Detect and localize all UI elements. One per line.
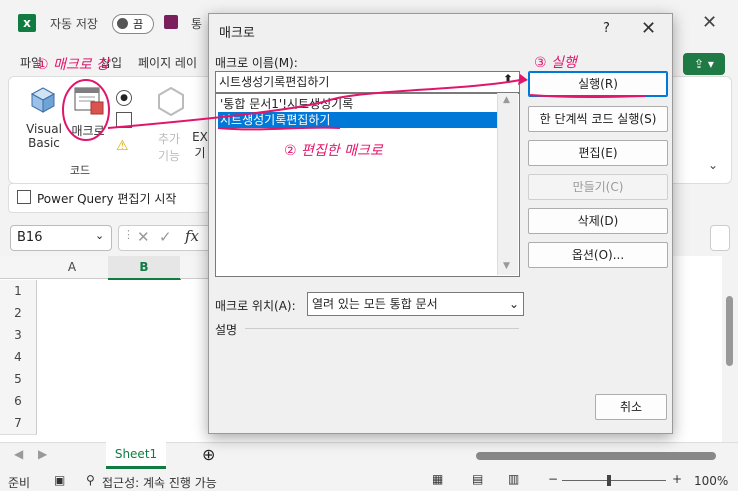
annotation-arrowhead [518, 74, 528, 85]
annotation-underline-run [529, 94, 646, 98]
annotation-overlay [62, 74, 646, 141]
annotation-underline-selected [217, 126, 341, 131]
annotation-step2: ② 편집한 매크로 [284, 143, 383, 159]
annotation-arrow [107, 79, 521, 129]
annotation-step3: ③ 실행 [534, 55, 577, 71]
annotation-step1: ① 매크로 창 [36, 57, 109, 73]
annotation-circle-macros [62, 79, 110, 141]
